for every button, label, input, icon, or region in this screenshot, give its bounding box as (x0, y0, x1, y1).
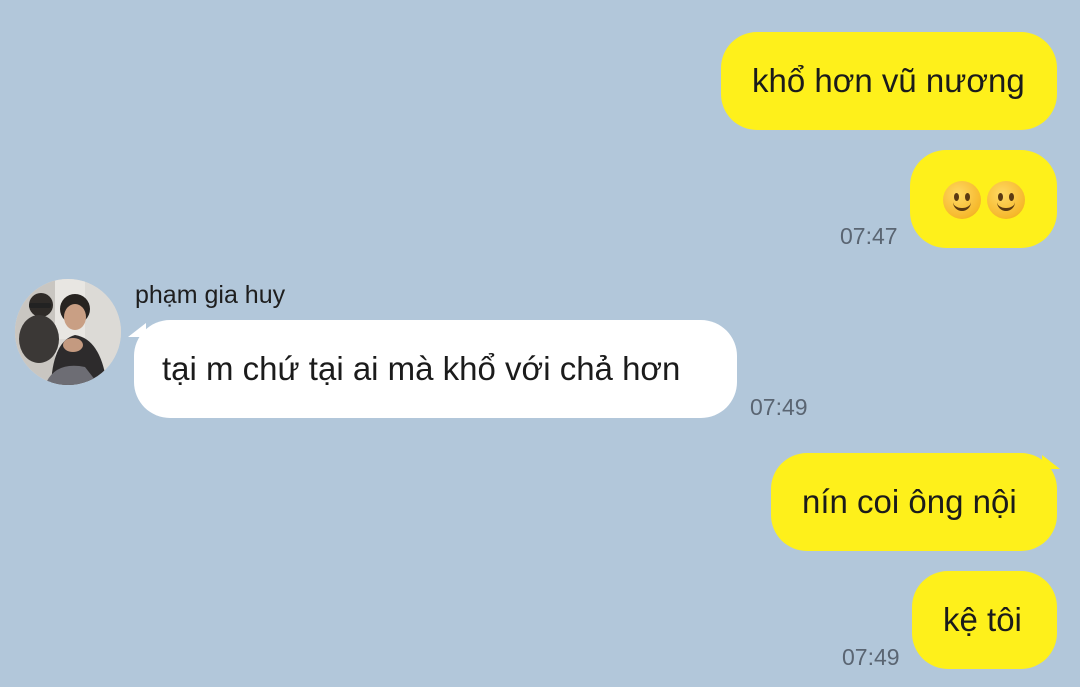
message-emoji (940, 179, 1028, 220)
slightly-smiling-face-icon (987, 181, 1025, 220)
slightly-smiling-face-icon (943, 181, 981, 220)
message-bubble-incoming[interactable]: tại m chứ tại ai mà khổ với chả hơn (134, 320, 737, 418)
message-bubble-outgoing[interactable] (910, 150, 1057, 248)
message-bubble-outgoing[interactable]: khổ hơn vũ nương (721, 32, 1057, 130)
message-timestamp: 07:49 (750, 394, 808, 420)
message-timestamp: 07:47 (840, 223, 898, 249)
avatar-photo (15, 279, 121, 385)
message-text: nín coi ông nội (802, 483, 1017, 520)
message-text: khổ hơn vũ nương (752, 62, 1025, 99)
sender-name: phạm gia huy (135, 281, 286, 309)
message-bubble-outgoing[interactable]: kệ tôi (912, 571, 1057, 669)
message-timestamp: 07:49 (842, 644, 900, 670)
message-bubble-outgoing[interactable]: nín coi ông nội (771, 453, 1057, 551)
avatar[interactable] (15, 279, 121, 385)
message-text: kệ tôi (943, 601, 1022, 638)
message-text: tại m chứ tại ai mà khổ với chả hơn (162, 350, 681, 387)
